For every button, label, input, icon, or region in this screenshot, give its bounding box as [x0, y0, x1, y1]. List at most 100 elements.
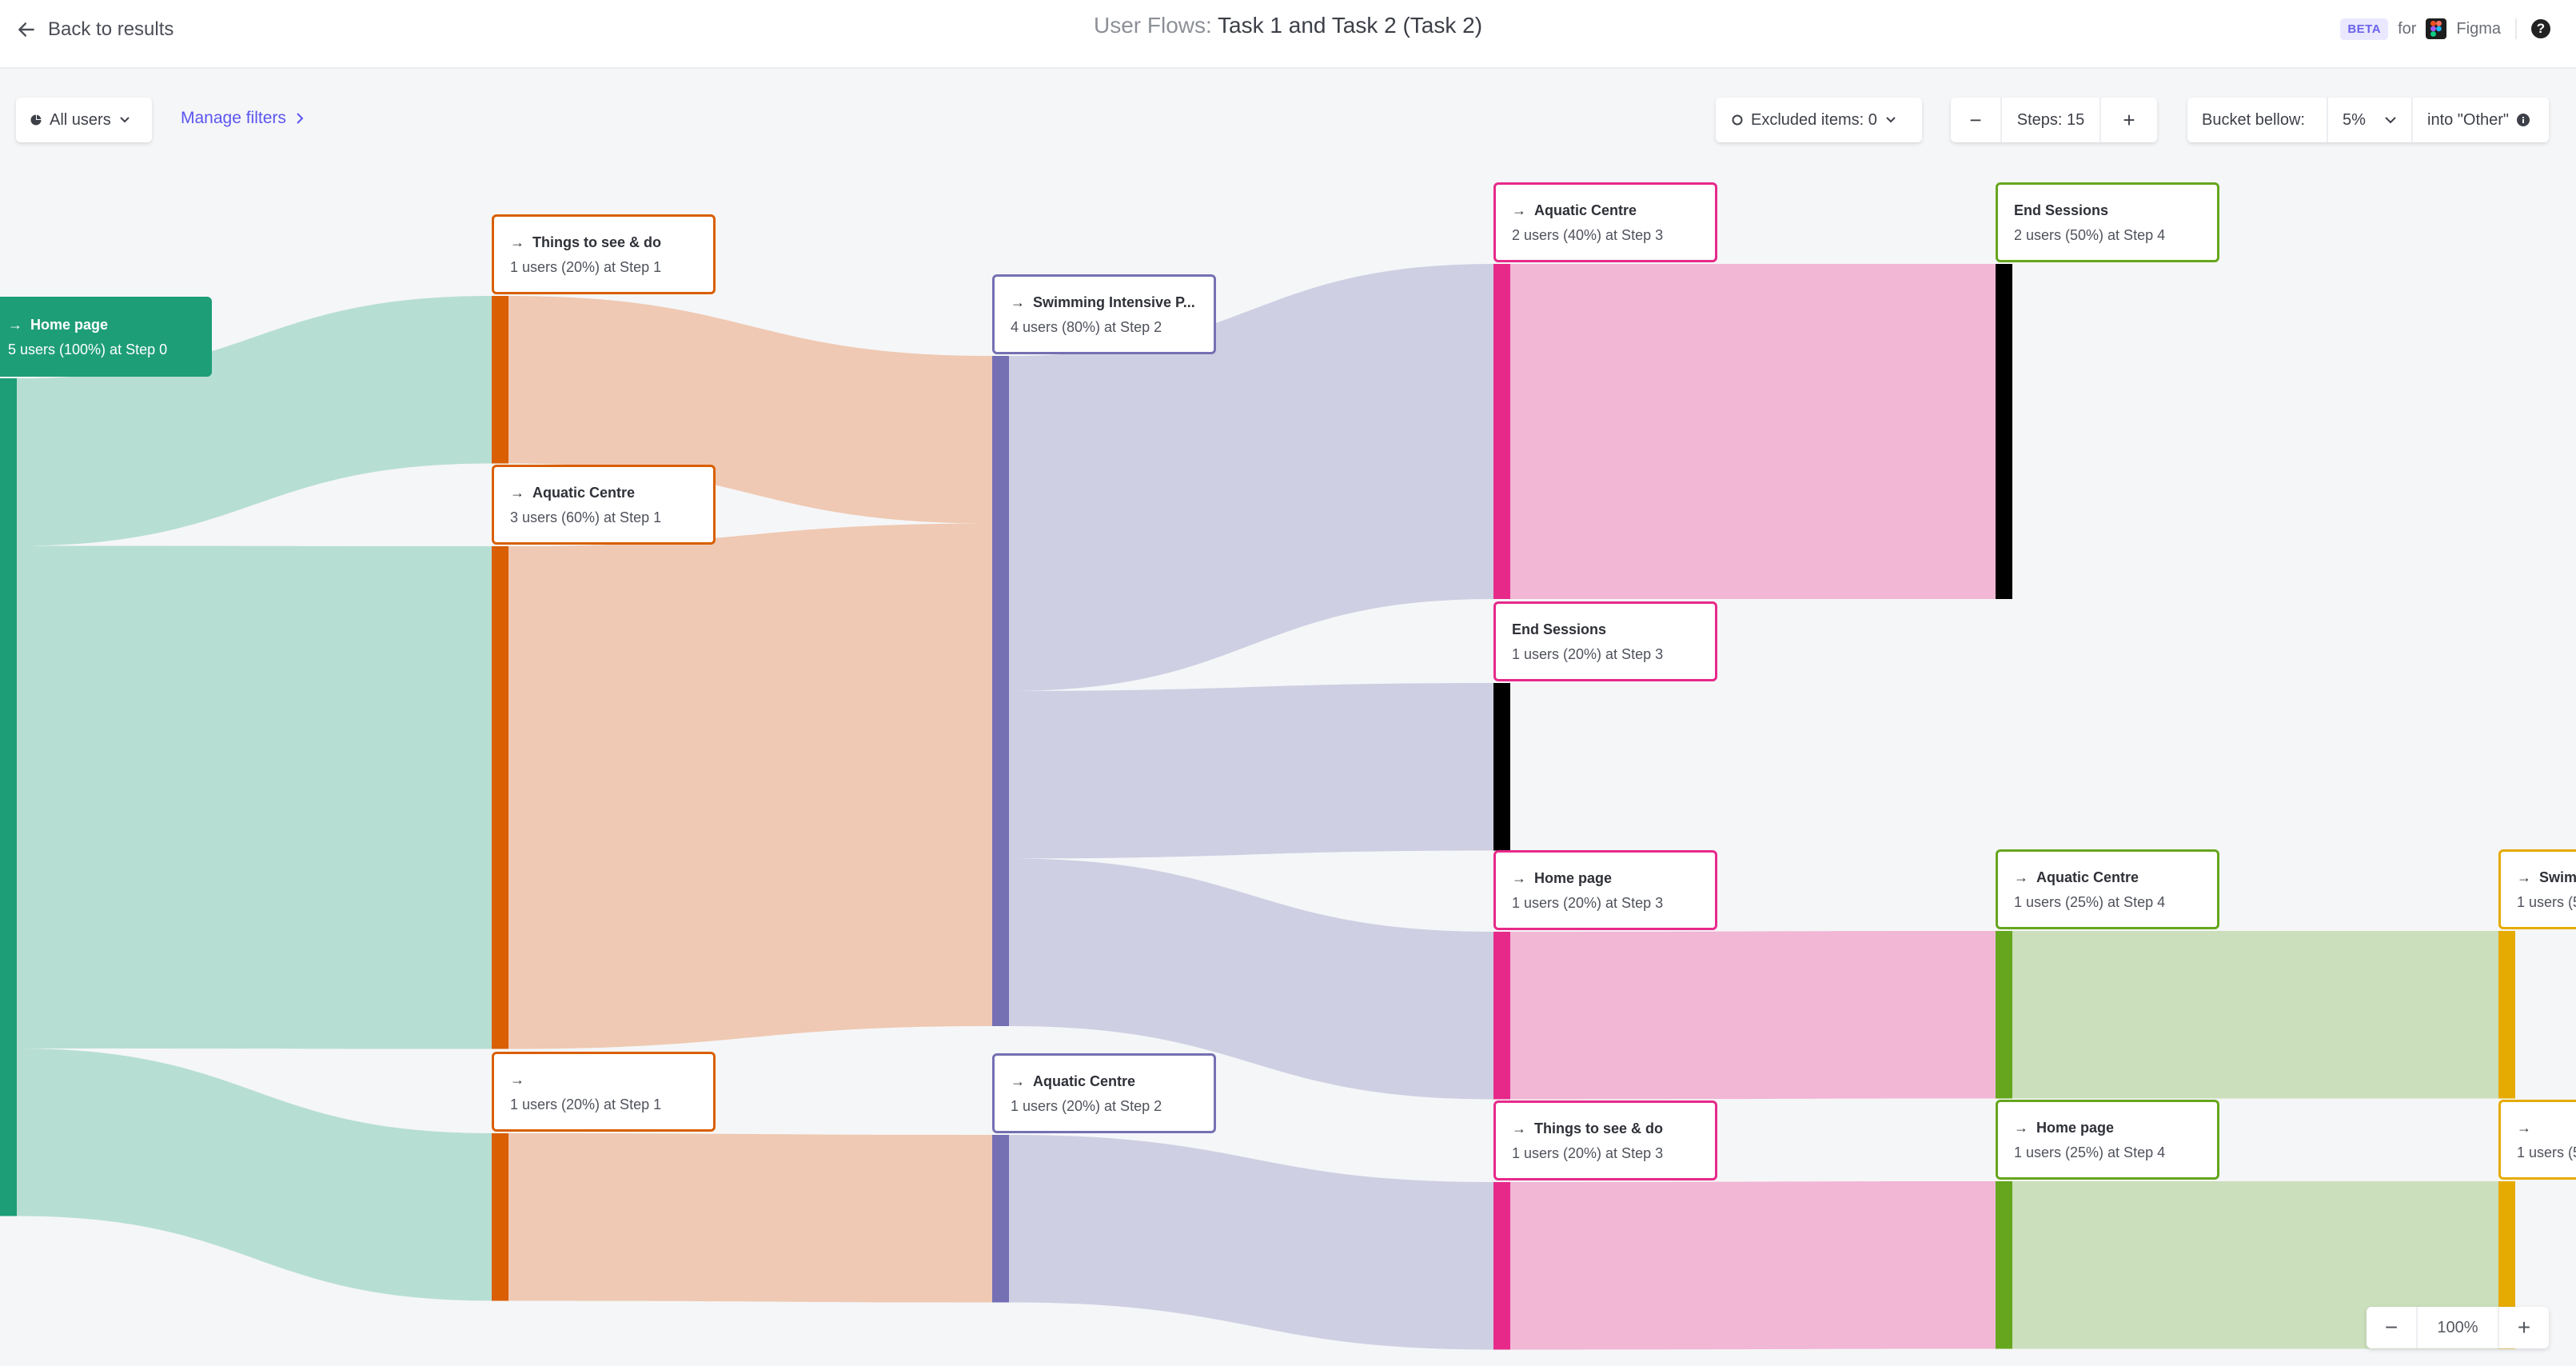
node-name: Aquatic Centre [1534, 202, 1637, 218]
excluded-items-dropdown[interactable]: Excluded items: 0 [1716, 98, 1922, 142]
node-bar-s3_aquatic[interactable] [1493, 264, 1510, 599]
bucket-label: Bucket bellow: [2202, 110, 2305, 129]
flow-link-s0_home-to-s1_aquatic[interactable] [17, 545, 492, 1049]
node-title: → [2517, 1120, 2576, 1136]
node-stats: 1 users (20%) at Step 3 [1512, 1145, 1664, 1161]
node-title: → Home page [8, 317, 212, 334]
flow-node-s1_blank[interactable]: → 1 users (20%) at Step 1 [492, 1052, 716, 1132]
node-name: Aquatic Centre [532, 485, 636, 501]
node-stats: 2 users (50%) at Step 4 [2014, 227, 2166, 243]
node-title: → Swimm [2517, 869, 2576, 886]
flow-link-s2_swim-to-s3_end[interactable] [1009, 683, 1493, 859]
node-bar-s3_things[interactable] [1493, 1182, 1510, 1350]
flow-link-s1_blank-to-s2_aquatic[interactable] [508, 1133, 992, 1303]
flow-node-s3_things[interactable]: → Things to see & do 1 users (20%) at Step… [1493, 1100, 1717, 1180]
flow-link-s2_aquatic-to-s3_things[interactable] [1009, 1135, 1493, 1350]
arrow-right-icon: → [1512, 202, 1526, 218]
flow-link-s4_aquatic-to-s5_swim[interactable] [2012, 931, 2498, 1099]
segment-dropdown[interactable]: All users [16, 98, 152, 142]
node-bar-s4_aquatic[interactable] [1996, 931, 2012, 1099]
chevron-down-icon [119, 117, 130, 123]
arrow-right-icon: → [1512, 1120, 1526, 1136]
flow-link-s3_aquatic-to-s4_end[interactable] [1510, 264, 1996, 599]
flow-node-s0_home[interactable]: → Home page 5 users (100%) at Step 0 [0, 297, 212, 377]
zoom-level: 100% [2416, 1307, 2498, 1348]
node-name: End Sessions [1512, 621, 1607, 637]
arrow-right-icon: → [1512, 870, 1526, 886]
flow-node-s1_aquatic[interactable]: → Aquatic Centre 3 users (60%) at Step 1 [492, 465, 716, 545]
arrow-right-icon: → [1011, 1073, 1025, 1089]
node-bar-s3_home[interactable] [1493, 932, 1510, 1100]
node-bar-s2_aquatic[interactable] [992, 1135, 1009, 1303]
arrow-right-icon: → [2517, 869, 2531, 885]
node-bar-s4_home[interactable] [1996, 1181, 2012, 1349]
steps-decrement-button[interactable]: − [1951, 98, 2000, 142]
node-stats: 1 users (20%) at Step 3 [1512, 646, 1664, 662]
bucket-control: Bucket bellow: 5% into "Other" [2187, 98, 2549, 142]
node-stats: 1 users (20%) at Step 2 [1011, 1098, 1162, 1114]
node-name: Home page [1534, 870, 1613, 886]
flow-node-s3_end[interactable]: End Sessions 1 users (20%) at Step 3 [1493, 601, 1717, 681]
flow-node-s3_home[interactable]: → Home page 1 users (20%) at Step 3 [1493, 850, 1717, 930]
flow-node-s3_aquatic[interactable]: → Aquatic Centre 2 users (40%) at Step 3 [1493, 182, 1717, 262]
node-title: End Sessions [1512, 621, 1715, 638]
node-name: Aquatic Centre [2036, 869, 2139, 885]
zoom-control: − 100% + [2367, 1307, 2549, 1348]
manage-filters-link[interactable]: Manage filters [181, 109, 304, 128]
node-name: Home page [2036, 1120, 2115, 1136]
node-name: Home page [30, 317, 109, 333]
zoom-out-button[interactable]: − [2367, 1307, 2416, 1348]
bucket-threshold-select[interactable]: 5% [2327, 98, 2411, 142]
bucket-suffix: into "Other" [2411, 98, 2549, 142]
node-title: → Home page [2014, 1120, 2217, 1136]
flow-node-s1_things[interactable]: → Things to see & do 1 users (20%) at Step… [492, 214, 716, 294]
node-bar-s5_swim[interactable] [2498, 931, 2515, 1099]
flow-node-s4_aquatic[interactable]: → Aquatic Centre 1 users (25%) at Step 4 [1996, 849, 2219, 929]
steps-increment-button[interactable]: + [2099, 98, 2157, 142]
node-title: → Home page [1512, 870, 1715, 887]
flow-link-s1_aquatic-to-s2_swim[interactable] [508, 523, 992, 1049]
flow-node-s5_swim[interactable]: → Swimm 1 users (5 [2498, 849, 2576, 929]
flow-link-s0_home-to-s1_blank[interactable] [17, 1048, 492, 1301]
node-name: End Sessions [2014, 202, 2109, 218]
node-bar-s1_things[interactable] [492, 296, 508, 464]
zoom-in-button[interactable]: + [2498, 1307, 2549, 1348]
flow-node-s4_end[interactable]: End Sessions 2 users (50%) at Step 4 [1996, 182, 2219, 262]
node-bar-s0_home[interactable] [0, 378, 17, 1216]
node-bar-s3_end[interactable] [1493, 683, 1510, 851]
chevron-down-icon [2385, 117, 2396, 124]
flow-link-s3_things-to-s4_home[interactable] [1510, 1181, 1996, 1350]
node-bar-s2_swim[interactable] [992, 356, 1009, 1026]
node-stats: 1 users (20%) at Step 1 [510, 259, 662, 275]
pie-chart-icon [30, 114, 42, 126]
arrow-right-icon: → [510, 485, 524, 501]
steps-stepper: − Steps: 15 + [1951, 98, 2157, 142]
node-title: → Aquatic Centre [510, 485, 713, 501]
flow-node-s2_aquatic[interactable]: → Aquatic Centre 1 users (20%) at Step 2 [992, 1053, 1216, 1133]
arrow-right-icon: → [2014, 869, 2028, 885]
steps-value: Steps: 15 [2000, 98, 2099, 142]
node-stats: 1 users (20%) at Step 1 [510, 1096, 662, 1112]
flow-link-s3_home-to-s4_aquatic[interactable] [1510, 931, 1996, 1100]
node-stats: 4 users (80%) at Step 2 [1011, 319, 1162, 335]
flow-node-s2_swim[interactable]: → Swimming Intensive P... 4 users (80%) at… [992, 274, 1216, 354]
node-stats: 1 users (5 [2517, 894, 2576, 910]
node-title: → Swimming Intensive P... [1011, 294, 1214, 311]
node-name: Things to see & do [532, 234, 662, 250]
flow-node-s4_home[interactable]: → Home page 1 users (25%) at Step 4 [1996, 1100, 2219, 1180]
node-bar-s1_aquatic[interactable] [492, 546, 508, 1049]
node-title: End Sessions [2014, 202, 2217, 219]
bucket-suffix-label: into "Other" [2427, 110, 2510, 129]
excluded-items-label: Excluded items: 0 [1751, 110, 1877, 129]
node-bar-s1_blank[interactable] [492, 1133, 508, 1301]
node-name: Swimming Intensive P... [1033, 294, 1195, 310]
node-title: → Aquatic Centre [1011, 1073, 1214, 1090]
bucket-value: 5% [2343, 110, 2366, 129]
node-title: → [510, 1072, 713, 1088]
node-bar-s4_end[interactable] [1996, 264, 2012, 599]
node-stats: 3 users (60%) at Step 1 [510, 509, 662, 525]
arrow-right-icon: → [8, 317, 22, 333]
info-icon[interactable] [2517, 114, 2530, 126]
arrow-right-icon: → [510, 234, 524, 250]
flow-node-s5_blank[interactable]: → 1 users (5 [2498, 1100, 2576, 1180]
